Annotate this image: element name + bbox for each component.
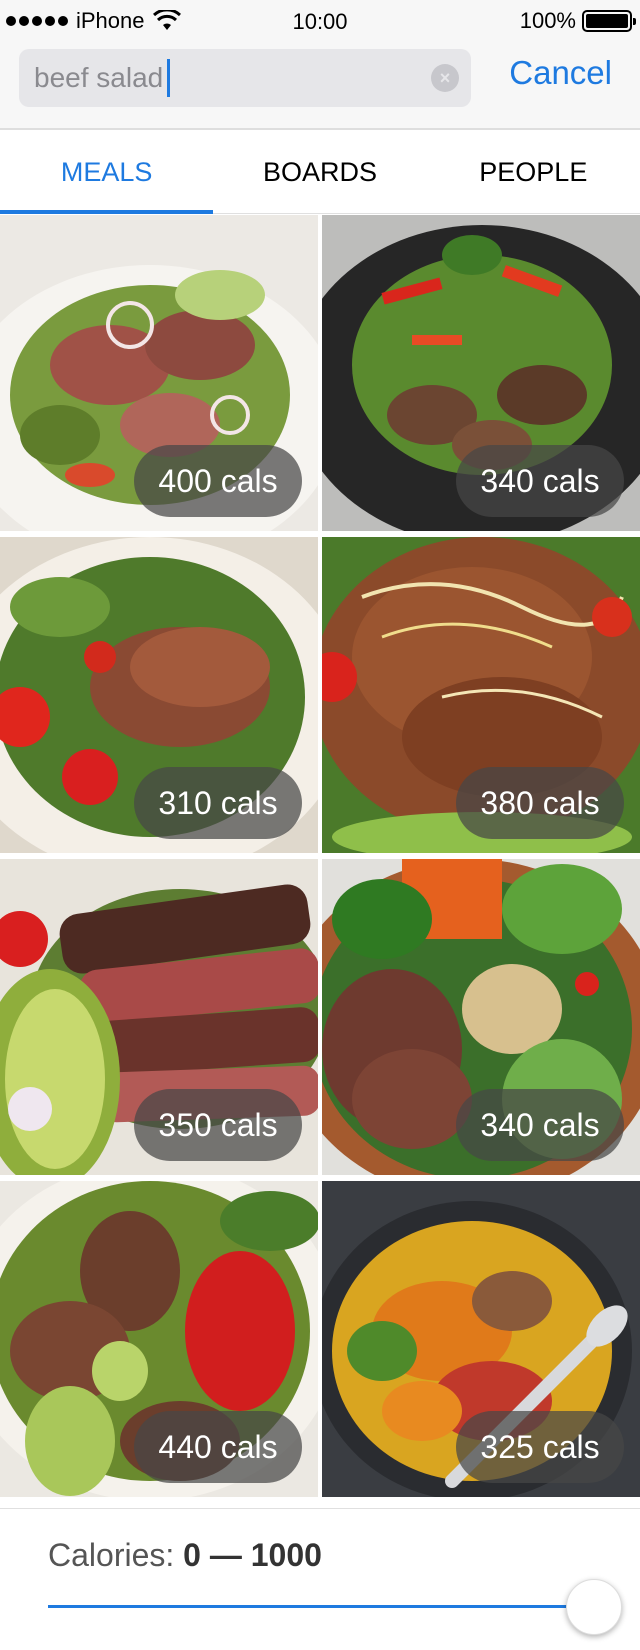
meal-card[interactable]: 440 cals <box>0 1181 318 1497</box>
tab-meals[interactable]: MEALS <box>0 130 214 214</box>
meal-card[interactable]: 310 cals <box>0 537 318 853</box>
calories-badge: 340 cals <box>456 445 624 517</box>
search-field[interactable]: beef salad × <box>19 49 471 107</box>
calories-filter: Calories: 0 — 1000 <box>0 1508 640 1650</box>
text-caret <box>167 59 171 97</box>
clear-x-icon[interactable]: × <box>431 64 459 92</box>
calories-label-text: Calories: <box>48 1537 175 1573</box>
meal-card[interactable]: 325 cals <box>322 1181 640 1497</box>
battery-icon <box>582 10 636 32</box>
calories-badge: 380 cals <box>456 767 624 839</box>
search-input[interactable]: beef salad <box>19 62 163 94</box>
calories-badge: 340 cals <box>456 1089 624 1161</box>
tab-people[interactable]: PEOPLE <box>427 130 640 213</box>
calories-slider-thumb[interactable] <box>566 1579 622 1635</box>
tab-bar: MEALS BOARDS PEOPLE <box>0 130 640 214</box>
cancel-button[interactable]: Cancel <box>509 54 612 92</box>
meal-card[interactable]: 350 cals <box>0 859 318 1175</box>
meal-card[interactable]: 380 cals <box>322 537 640 853</box>
meal-card[interactable]: 400 cals <box>0 215 318 531</box>
calories-slider-track[interactable] <box>48 1605 598 1608</box>
tab-boards[interactable]: BOARDS <box>213 130 426 213</box>
calories-badge: 400 cals <box>134 445 302 517</box>
calories-label: Calories: 0 — 1000 <box>48 1537 322 1574</box>
calories-badge: 350 cals <box>134 1089 302 1161</box>
calories-badge: 325 cals <box>456 1411 624 1483</box>
status-bar: iPhone 10:00 100% <box>0 0 640 44</box>
calories-badge: 440 cals <box>134 1411 302 1483</box>
meal-card[interactable]: 340 cals <box>322 215 640 531</box>
status-right: 100% <box>519 8 636 34</box>
battery-percent: 100% <box>519 8 576 33</box>
calories-badge: 310 cals <box>134 767 302 839</box>
search-header: beef salad × Cancel <box>0 44 640 130</box>
calories-range-value: 0 — 1000 <box>183 1537 322 1573</box>
meal-card[interactable]: 340 cals <box>322 859 640 1175</box>
